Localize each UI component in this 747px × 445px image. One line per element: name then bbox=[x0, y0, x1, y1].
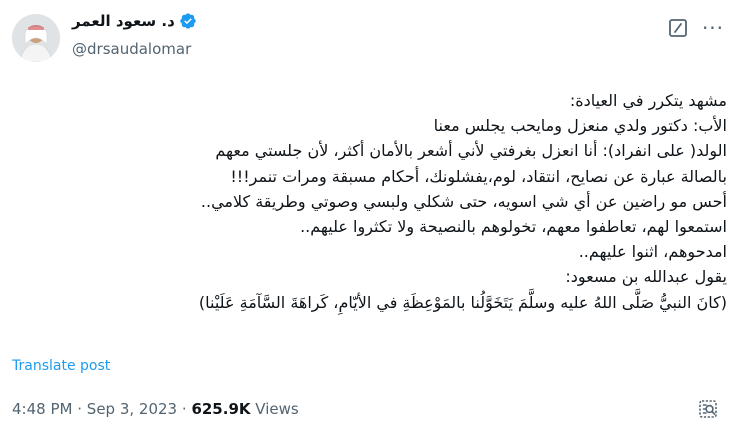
analytics-icon[interactable] bbox=[697, 398, 719, 420]
avatar[interactable] bbox=[12, 14, 60, 62]
author-handle[interactable]: @drsaudalomar bbox=[72, 40, 191, 58]
views-count: 625.9K bbox=[191, 400, 251, 418]
tweet-line: امدحوهم، اثنوا عليهم.. bbox=[578, 242, 727, 262]
translate-post-link[interactable]: Translate post bbox=[12, 358, 110, 374]
tweet-time[interactable]: 4:48 PM bbox=[12, 400, 72, 418]
tweet-line: بالصالة عبارة عن نصايح، انتقاد، لوم،يفشل… bbox=[230, 166, 727, 186]
tweet-line: الولد( على انفراد): أنا انعزل بغرفتي لأن… bbox=[215, 141, 727, 161]
tweet-text: مشهد يتكرر في العيادة: الأب: دكتور ولدي … bbox=[27, 88, 727, 315]
tweet-meta: 4:48 PM · Sep 3, 2023 · 625.9K Views bbox=[12, 400, 299, 418]
meta-separator: · bbox=[181, 400, 187, 418]
tweet-card: د. سعود العمر @drsaudalomar ··· مشهد يتك… bbox=[0, 0, 747, 445]
author-name[interactable]: د. سعود العمر bbox=[72, 12, 175, 30]
views-label: Views bbox=[255, 400, 299, 418]
tweet-date[interactable]: Sep 3, 2023 bbox=[87, 400, 177, 418]
tweet-line: يقول عبدالله بن مسعود: bbox=[565, 267, 727, 287]
tweet-line: مشهد يتكرر في العيادة: bbox=[569, 91, 727, 110]
more-icon[interactable]: ··· bbox=[699, 16, 727, 40]
tweet-line: (كانَ النبيُّ صَلَّى اللهُ عليه وسلَّمَ … bbox=[198, 292, 727, 312]
tweet-line: استمعوا لهم، تعاطفوا معهم، تخولوهم بالنص… bbox=[300, 217, 727, 237]
author-name-row[interactable]: د. سعود العمر bbox=[72, 12, 197, 30]
meta-separator: · bbox=[77, 400, 83, 418]
verified-badge-icon bbox=[180, 13, 196, 29]
tweet-line: أحس مو راضين عن أي شي اسويه، حتى شكلي ول… bbox=[200, 191, 727, 211]
grok-icon[interactable] bbox=[668, 18, 688, 38]
tweet-line: الأب: دكتور ولدي منعزل ومايحب يجلس معنا bbox=[433, 116, 727, 136]
